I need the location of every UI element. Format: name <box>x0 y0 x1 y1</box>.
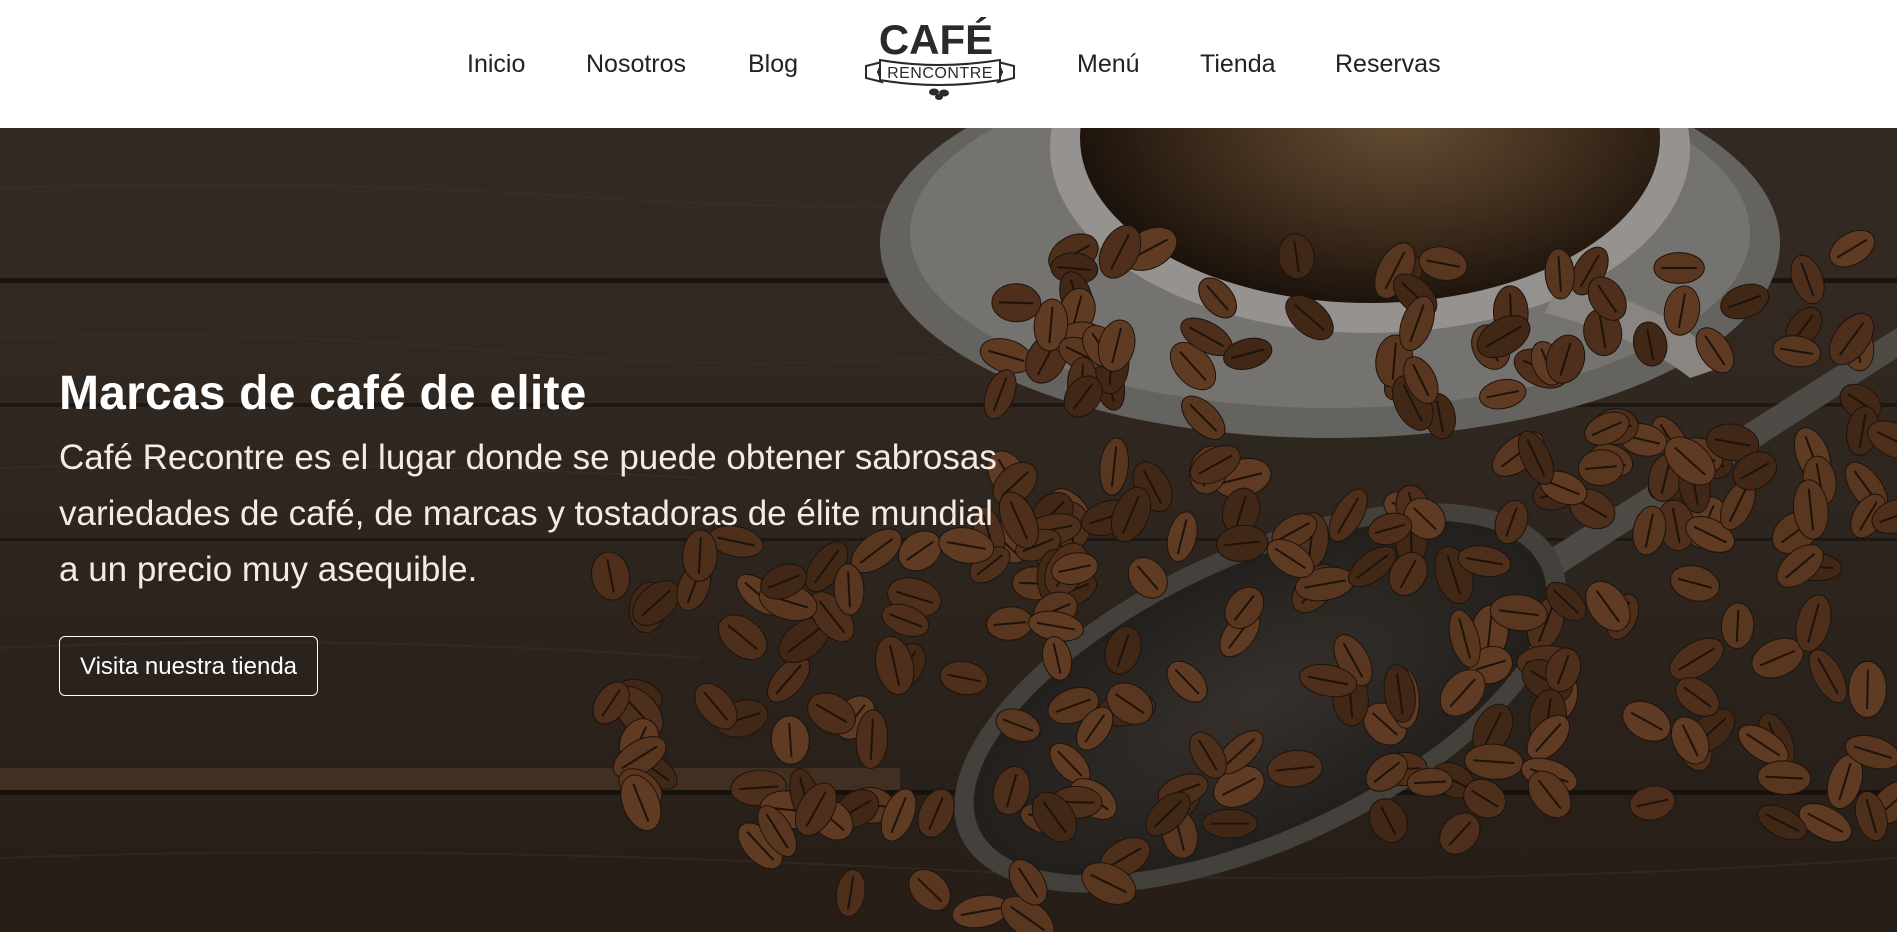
hero-title: Marcas de café de elite <box>59 367 587 420</box>
nav-reservas[interactable]: Reservas <box>1335 46 1441 82</box>
hero-content: Marcas de café de elite Café Recontre es… <box>59 364 1019 696</box>
nav-blog[interactable]: Blog <box>748 46 798 82</box>
cafe-rencontre-logo: CAFÉ RENCONTRE <box>865 16 1015 100</box>
nav-tienda[interactable]: Tienda <box>1200 46 1276 82</box>
logo-ribbon-text: RENCONTRE <box>887 65 993 82</box>
nav-inicio[interactable]: Inicio <box>467 46 525 82</box>
site-logo[interactable]: CAFÉ RENCONTRE <box>860 14 1020 100</box>
hero-section: Marcas de café de elite Café Recontre es… <box>0 128 1897 932</box>
nav-nosotros[interactable]: Nosotros <box>586 46 686 82</box>
nav-menu[interactable]: Menú <box>1077 46 1140 82</box>
logo-top-text: CAFÉ <box>879 16 993 63</box>
hero-description: Café Recontre es el lugar donde se puede… <box>59 438 997 589</box>
site-header: Inicio Nosotros Blog CAFÉ RENCONTRE Menú… <box>0 0 1897 128</box>
visit-store-button[interactable]: Visita nuestra tienda <box>59 636 319 696</box>
